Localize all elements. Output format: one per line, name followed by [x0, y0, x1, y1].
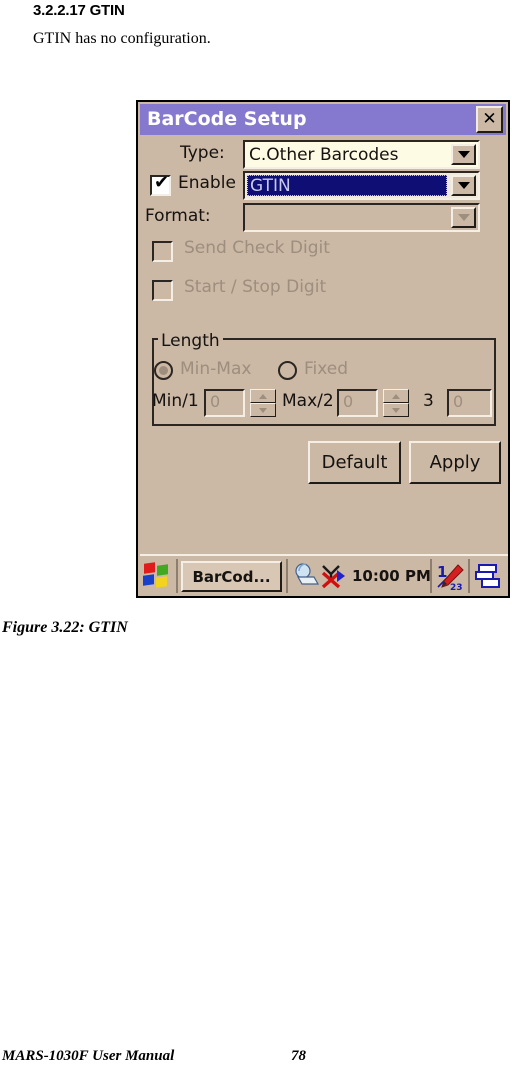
svg-text:23: 23 [450, 583, 463, 591]
flag-square-red [144, 562, 155, 574]
selected-item-highlight: GTIN [247, 175, 447, 196]
max-length-value: 0 [343, 392, 354, 411]
max-length-label: Max/2 [282, 391, 334, 411]
play-triangle-icon[interactable] [337, 570, 345, 582]
default-button[interactable]: Default [308, 441, 401, 484]
task-button-barcode[interactable]: BarCod... [181, 561, 282, 592]
stepper-up-icon [383, 389, 409, 403]
enable-checkbox[interactable]: ✔ [150, 172, 171, 196]
radio-min-max-label: Min-Max [180, 359, 252, 379]
min-length-value: 0 [210, 392, 221, 411]
windows-flag-icon[interactable] [142, 561, 172, 591]
desktop-connection-icon[interactable] [292, 563, 320, 593]
clock-label[interactable]: 10:00 PM [352, 567, 431, 585]
min-length-label: Min/1 [152, 391, 199, 411]
min-length-input: 0 [204, 389, 245, 417]
chevron-down-glyph [457, 214, 470, 221]
send-check-digit-label: Send Check Digit [184, 238, 330, 258]
barcode-setup-dialog: BarCode Setup ✕ Type: C.Other Barcodes ✔… [140, 104, 506, 554]
format-label: Format: [145, 206, 211, 226]
type-label: Type: [180, 143, 225, 163]
dialog-title: BarCode Setup [147, 108, 307, 130]
checkmark-icon: ✔ [154, 172, 170, 193]
taskbar-divider [430, 559, 432, 593]
taskbar-divider [176, 559, 178, 593]
enable-label: Enable [178, 173, 236, 193]
third-length-input: 0 [447, 389, 492, 417]
start-stop-digit-label: Start / Stop Digit [184, 277, 327, 297]
device-screenshot: BarCode Setup ✕ Type: C.Other Barcodes ✔… [136, 100, 510, 598]
radio-selected-dot [159, 366, 168, 375]
chevron-down-icon[interactable] [451, 144, 476, 165]
length-groupbox-title: Length [158, 331, 223, 351]
body-paragraph: GTIN has no configuration. [33, 30, 211, 47]
apply-button[interactable]: Apply [409, 441, 501, 484]
desktop-connection-glyph [295, 563, 320, 585]
send-check-digit-checkbox [152, 241, 173, 262]
flag-square-blue [143, 574, 154, 586]
taskbar: BarCod... 10:00 PM 1 23 [140, 554, 508, 596]
start-stop-digit-checkbox [152, 280, 173, 301]
dialog-client-area: Type: C.Other Barcodes ✔ Enable GTIN For… [140, 135, 506, 554]
taskbar-divider [286, 559, 288, 593]
window-switch-icon[interactable] [474, 563, 502, 593]
type-value: C.Other Barcodes [249, 145, 399, 165]
radio-min-max [154, 361, 173, 380]
barcode-symbology-value: GTIN [250, 176, 291, 196]
flag-square-green [157, 564, 168, 576]
page-title: 3.2.2.17 GTIN [33, 2, 125, 19]
close-icon[interactable]: ✕ [476, 106, 503, 133]
third-length-label: 3 [423, 391, 434, 411]
type-combobox[interactable]: C.Other Barcodes [243, 140, 480, 169]
min-length-stepper [250, 389, 276, 417]
stepper-down-icon [383, 403, 409, 417]
radio-fixed [278, 361, 297, 380]
chevron-down-glyph [457, 182, 470, 189]
flag-square-yellow [156, 576, 167, 588]
radio-fixed-label: Fixed [304, 359, 349, 379]
chevron-down-glyph [457, 151, 470, 158]
max-length-stepper [383, 389, 409, 417]
dialog-titlebar: BarCode Setup ✕ [140, 104, 506, 135]
input-panel-glyph: 1 23 [437, 563, 464, 593]
footer-manual-title: MARS-1030F User Manual [2, 1048, 175, 1064]
stepper-down-icon [250, 403, 276, 417]
window-switch-glyph [475, 564, 500, 588]
taskbar-divider [468, 559, 470, 593]
third-length-value: 0 [453, 392, 464, 411]
input-panel-pencil-icon[interactable]: 1 23 [436, 563, 464, 595]
chevron-down-icon[interactable] [451, 175, 476, 196]
barcode-symbology-combobox[interactable]: GTIN [243, 171, 480, 200]
format-combobox[interactable] [243, 203, 480, 232]
figure-caption: Figure 3.22: GTIN [2, 619, 128, 636]
max-length-input: 0 [337, 389, 378, 417]
chevron-down-icon [451, 207, 476, 228]
stepper-up-icon [250, 389, 276, 403]
footer-page-number: 78 [291, 1048, 306, 1064]
